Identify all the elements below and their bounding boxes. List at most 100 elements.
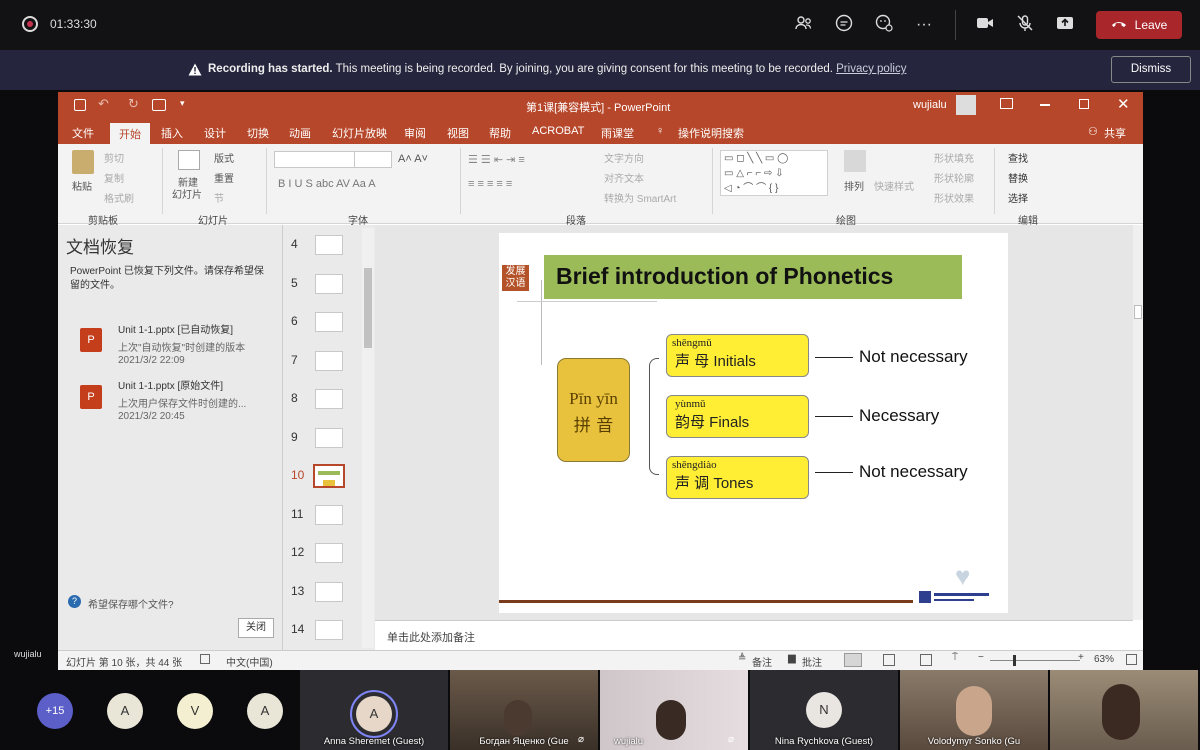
tab-rain-classroom[interactable]: 雨课堂 [601,125,634,141]
original-file-name[interactable]: Unit 1-1.pptx [原始文件] [118,377,223,392]
participant-video-tile[interactable] [1050,670,1198,750]
text-direction-button[interactable]: 文字方向 [604,150,644,165]
minimize-icon[interactable] [1040,104,1050,106]
slide-thumbnail[interactable] [315,350,343,371]
copy-button[interactable]: 复制 [104,170,124,185]
select-button[interactable]: 选择 [1008,190,1028,205]
participant-video-tile[interactable]: Volodymyr Sonko (Gu [900,670,1048,750]
fit-to-window-icon[interactable] [1126,654,1137,665]
replace-button[interactable]: 替换 [1008,170,1028,185]
reactions-icon[interactable] [872,13,896,37]
notes-toggle[interactable]: 备注 [752,654,772,669]
tab-design[interactable]: 设计 [204,125,226,141]
tab-view[interactable]: 视图 [447,125,469,141]
comments-icon[interactable]: ▆ [788,653,796,664]
recovered-file-name[interactable]: Unit 1-1.pptx [已自动恢复] [118,321,233,336]
participant-avatar[interactable]: A [247,693,283,729]
find-button[interactable]: 查找 [1008,150,1028,165]
user-name[interactable]: wujialu [913,99,947,111]
zoom-slider-handle[interactable] [1013,655,1016,666]
accessibility-icon[interactable] [200,654,210,664]
camera-icon[interactable] [973,13,997,37]
slideshow-icon[interactable]: ⍑ [952,652,958,663]
ribbon-display-icon[interactable] [1000,98,1013,109]
people-icon[interactable] [792,13,816,37]
participant-video-tile[interactable]: Богдан Яценко (Gue ⌀ [450,670,598,750]
maximize-icon[interactable] [1079,99,1089,109]
tab-slideshow[interactable]: 幻灯片放映 [332,125,387,141]
section-button[interactable]: 节 [214,190,224,205]
slide-thumbnail[interactable] [315,543,343,563]
leave-button[interactable]: Leave [1096,11,1182,39]
tab-file[interactable]: 文件 [72,125,94,141]
slide-thumbnail[interactable] [313,464,345,488]
tab-review[interactable]: 审阅 [404,125,426,141]
thumbnail-scrollbar[interactable] [362,228,374,648]
slide-thumbnail[interactable] [315,273,343,294]
share-icon[interactable] [1053,13,1077,37]
slide-thumbnail[interactable] [315,312,343,332]
shape-effects-button[interactable]: 形状效果 [934,190,974,205]
participant-tile[interactable]: N Nina Rychkova (Guest) [750,670,898,750]
notes-pane[interactable]: 单击此处添加备注 [375,620,1133,650]
participant-avatar[interactable]: V [177,693,213,729]
comments-toggle[interactable]: 批注 [802,654,822,669]
layout-button[interactable]: 版式 [214,150,234,165]
customize-icon[interactable]: ▾ [180,98,185,109]
quick-styles-button[interactable]: 快速样式 [874,178,914,193]
shape-outline-button[interactable]: 形状轮廓 [934,170,974,185]
list-icons[interactable]: ☰ ☰ ⇤ ⇥ ≡ [468,153,525,166]
tab-animations[interactable]: 动画 [289,125,311,141]
format-painter-button[interactable]: 格式刷 [104,190,134,205]
shapes-gallery[interactable]: ▭ ◻ ╲ ╲ ▭ ◯ ▭ △ ⌐ ⌐ ⇨ ⇩ ◁ ◔ ⌒ ⌒ { } [720,150,828,196]
participant-avatar[interactable]: A [107,693,143,729]
reading-view-icon[interactable] [920,654,932,666]
tab-insert[interactable]: 插入 [161,125,183,141]
language-indicator[interactable]: 中文(中国) [226,654,273,669]
font-size-dropdown[interactable] [354,151,392,168]
close-icon[interactable]: ✕ [1117,95,1130,113]
paste-button[interactable]: 粘贴 [72,178,92,193]
new-slide-icon[interactable] [178,150,200,170]
slide-thumbnail[interactable] [315,235,343,255]
more-participants-button[interactable]: +15 [37,693,73,729]
privacy-policy-link[interactable]: Privacy policy [836,63,906,75]
zoom-out-icon[interactable]: − [978,652,984,663]
normal-view-icon[interactable] [844,653,862,667]
slide-sorter-icon[interactable] [883,654,895,666]
slide-scrollbar[interactable] [1133,225,1143,620]
slide-thumbnail[interactable] [315,504,343,525]
arrange-icon[interactable] [844,150,866,172]
more-icon[interactable]: ··· [912,13,936,37]
participant-video-tile[interactable]: wujialu ⌀ [600,670,748,750]
chat-icon[interactable] [832,13,856,37]
user-avatar[interactable] [956,95,976,115]
slide-thumbnail[interactable] [315,581,343,602]
reset-button[interactable]: 重置 [214,170,234,185]
smartart-button[interactable]: 转换为 SmartArt [604,190,676,205]
zoom-in-icon[interactable]: + [1078,652,1084,663]
tab-transitions[interactable]: 切换 [247,125,269,141]
close-recovery-button[interactable]: 关闭 [238,618,274,638]
slide-thumbnail[interactable] [315,427,343,448]
arrange-button[interactable]: 排列 [844,178,864,193]
which-file-help-link[interactable]: 希望保存哪个文件? [88,596,174,611]
tab-help[interactable]: 帮助 [489,125,511,141]
shape-fill-button[interactable]: 形状填充 [934,150,974,165]
share-button[interactable]: 共享 [1104,125,1126,141]
mic-off-icon[interactable] [1013,13,1037,37]
grow-font-icon[interactable]: A˄ A˅ [398,153,428,165]
dismiss-button[interactable]: Dismiss [1111,56,1191,83]
font-format-icons[interactable]: B I U S abc AV Aa A [278,178,376,190]
undo-icon[interactable]: ↶ [98,96,109,112]
tab-acrobat[interactable]: ACROBAT [532,125,584,137]
cut-button[interactable]: 剪切 [104,150,124,165]
redo-icon[interactable]: ↻ [128,96,139,112]
scrollbar-thumb[interactable] [1134,305,1142,319]
zoom-slider[interactable] [990,660,1080,661]
slide-thumbnail[interactable] [315,620,343,640]
participant-tile[interactable]: A Anna Sheremet (Guest) [300,670,448,750]
new-slide-label-2[interactable]: 幻灯片 [172,186,202,201]
current-slide[interactable]: 发展 汉语 Brief introduction of Phonetics Pī… [499,233,1008,613]
save-icon[interactable] [74,99,86,111]
